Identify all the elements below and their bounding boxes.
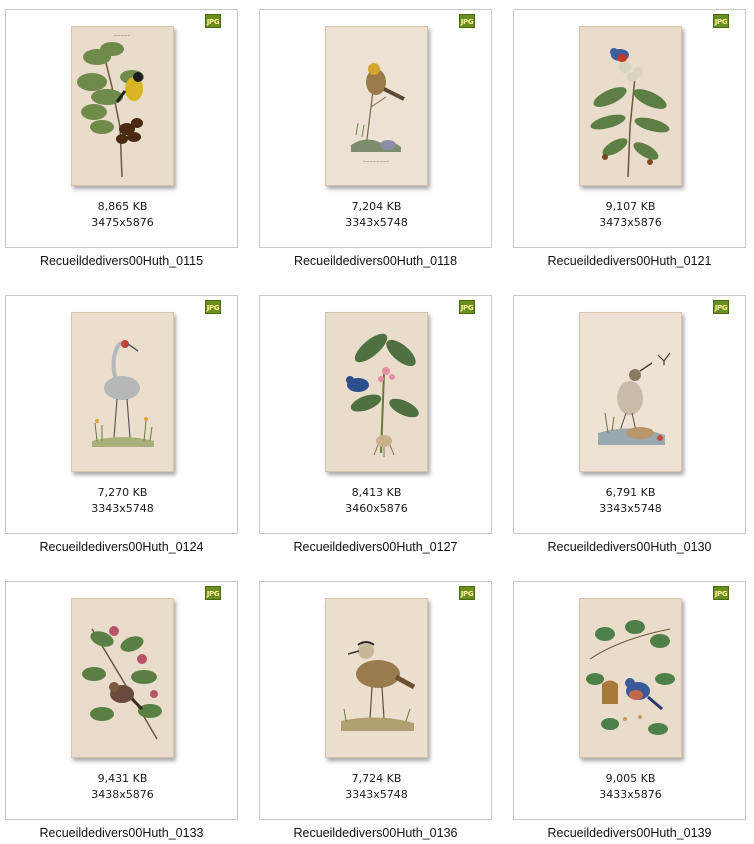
jpg-file-type-icon: JPG [459, 14, 475, 28]
image-dimensions: 3343x5748 [599, 502, 662, 515]
jpg-file-type-icon: JPG [205, 14, 221, 28]
image-thumbnail[interactable] [71, 312, 174, 472]
file-size: 7,270 KB [97, 486, 148, 499]
jpg-file-type-icon: JPG [205, 300, 221, 314]
image-thumbnail[interactable] [579, 26, 682, 186]
file-size: 6,791 KB [605, 486, 656, 499]
image-thumbnail[interactable] [325, 598, 428, 758]
file-name-label[interactable]: Recueildedivers00Huth_0115 [0, 254, 243, 268]
svg-text:~~~~~: ~~~~~ [114, 33, 131, 38]
image-thumbnail[interactable]: ~~~~~~~~ [325, 26, 428, 186]
file-name-label[interactable]: Recueildedivers00Huth_0136 [254, 826, 497, 840]
image-dimensions: 3475x5876 [91, 216, 154, 229]
file-tile[interactable]: JPG [508, 572, 754, 844]
jpg-file-type-icon: JPG [713, 14, 729, 28]
thumbnail-frame[interactable]: JPG ~~~~~~~~ 7,204 KB 3343x5748 [259, 9, 492, 248]
image-dimensions: 3460x5876 [345, 502, 408, 515]
file-size: 7,204 KB [351, 200, 402, 213]
file-name-label[interactable]: Recueildedivers00Huth_0133 [0, 826, 243, 840]
file-name-label[interactable]: Recueildedivers00Huth_0130 [508, 540, 751, 554]
jpg-file-type-icon: JPG [459, 586, 475, 600]
thumbnail-frame[interactable]: JPG [513, 9, 746, 248]
file-tile[interactable]: JPG 6,791 KB 3343x5748 Recueildedivers00… [508, 286, 754, 572]
file-tile[interactable]: JPG 7,270 KB 3343x5748 Recueildedivers00… [0, 286, 254, 572]
file-name-label[interactable]: Recueildedivers00Huth_0121 [508, 254, 751, 268]
file-size: 8,413 KB [351, 486, 402, 499]
image-dimensions: 3433x5876 [599, 788, 662, 801]
thumbnail-frame[interactable]: JPG 7,724 KB 3343x5748 [259, 581, 492, 820]
image-thumbnail[interactable] [579, 598, 682, 758]
image-dimensions: 3343x5748 [345, 216, 408, 229]
svg-text:~~~~~~~~: ~~~~~~~~ [363, 159, 390, 164]
image-dimensions: 3343x5748 [345, 788, 408, 801]
file-tile[interactable]: JPG 8,413 KB 3460x5876 Recueildedivers00… [254, 286, 508, 572]
file-tile[interactable]: JPG 7,724 KB 3343x5748 Recueildedivers00… [254, 572, 508, 844]
image-thumbnail[interactable] [325, 312, 428, 472]
image-dimensions: 3343x5748 [91, 502, 154, 515]
image-thumbnail[interactable]: ~~~~~ [71, 26, 174, 186]
jpg-file-type-icon: JPG [459, 300, 475, 314]
image-thumbnail[interactable] [579, 312, 682, 472]
file-name-label[interactable]: Recueildedivers00Huth_0118 [254, 254, 497, 268]
file-size: 8,865 KB [97, 200, 148, 213]
thumbnail-frame[interactable]: JPG [5, 9, 238, 248]
jpg-file-type-icon: JPG [713, 586, 729, 600]
file-size: 7,724 KB [351, 772, 402, 785]
file-tile[interactable]: JPG ~~~~~~~~ 7,204 KB 3343x5748 Recueild… [254, 0, 508, 286]
thumbnail-frame[interactable]: JPG 7,270 KB 3343x5748 [5, 295, 238, 534]
file-name-label[interactable]: Recueildedivers00Huth_0139 [508, 826, 751, 840]
file-tile[interactable]: JPG [0, 0, 254, 286]
thumbnail-frame[interactable]: JPG [513, 581, 746, 820]
file-name-label[interactable]: Recueildedivers00Huth_0124 [0, 540, 243, 554]
file-size: 9,005 KB [605, 772, 656, 785]
jpg-file-type-icon: JPG [713, 300, 729, 314]
file-name-label[interactable]: Recueildedivers00Huth_0127 [254, 540, 497, 554]
thumbnail-frame[interactable]: JPG 6,791 KB 3343x5748 [513, 295, 746, 534]
image-thumbnail[interactable] [71, 598, 174, 758]
file-tile[interactable]: JPG [0, 572, 254, 844]
thumbnail-frame[interactable]: JPG [5, 581, 238, 820]
file-tile[interactable]: JPG [508, 0, 754, 286]
file-size: 9,431 KB [97, 772, 148, 785]
image-dimensions: 3473x5876 [599, 216, 662, 229]
image-dimensions: 3438x5876 [91, 788, 154, 801]
thumbnail-frame[interactable]: JPG 8,413 KB 3460x5876 [259, 295, 492, 534]
file-thumbnail-grid: JPG ~~~~~ 8,865 KB 3475x5876 Recueildedi… [0, 0, 754, 844]
file-size: 9,107 KB [605, 200, 656, 213]
jpg-file-type-icon: JPG [205, 586, 221, 600]
